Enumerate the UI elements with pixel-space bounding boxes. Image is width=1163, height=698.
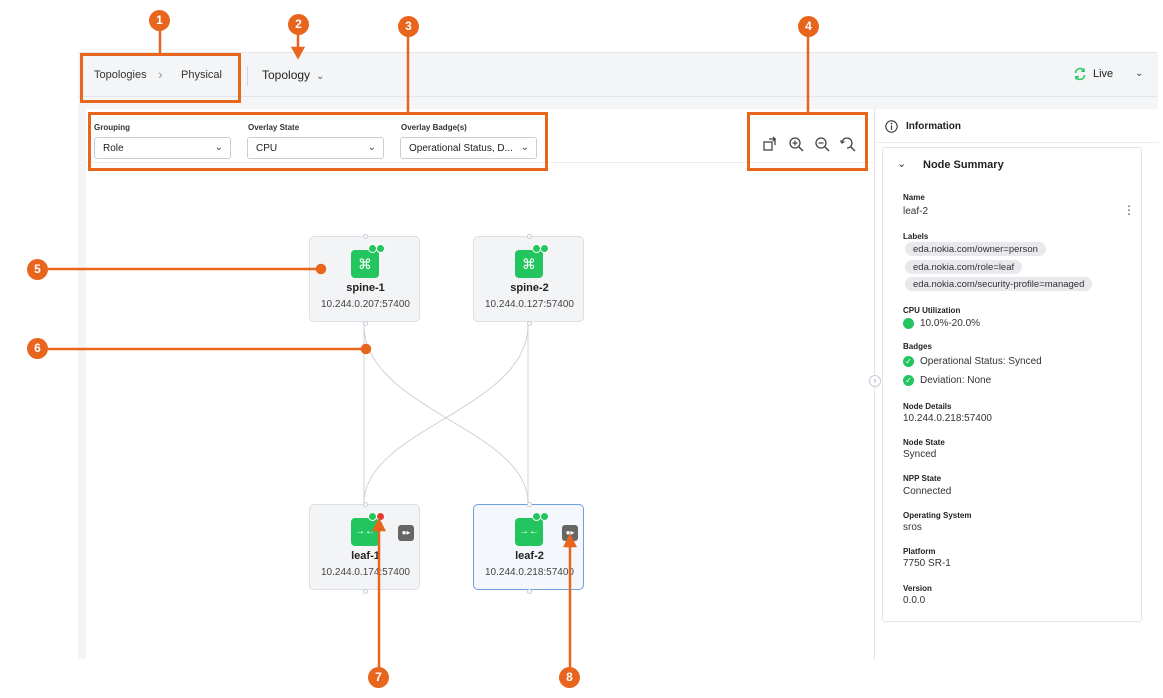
label-chip: eda.nokia.com/role=leaf (905, 260, 1023, 274)
status-dot-deviation (376, 512, 385, 521)
badge-operational-status: ✓ Operational Status: Synced (903, 356, 1042, 367)
node-state-label: Node State (903, 438, 945, 447)
port (363, 502, 368, 507)
port (363, 321, 368, 326)
name-value: leaf-2 (903, 206, 929, 217)
callout-2: 2 (288, 14, 309, 35)
switch-icon: →← (515, 518, 543, 546)
callout-4: 4 (798, 16, 819, 37)
node-name: leaf-1 (351, 550, 380, 562)
callout-8: 8 (559, 667, 580, 688)
version-value: 0.0.0 (903, 595, 926, 606)
npp-state-label: NPP State (903, 474, 942, 483)
info-icon (885, 120, 898, 133)
callout-7: 7 (368, 667, 389, 688)
node-name: spine-2 (510, 282, 549, 294)
node-leaf-1[interactable]: →← ●▸ leaf-1 10.244.0.174:57400 (309, 502, 420, 594)
node-badge-icon: ●▸ (562, 525, 578, 541)
divider (247, 66, 248, 86)
switch-icon: →← (351, 518, 379, 546)
collapse-chevron-icon[interactable]: ⌄ (1135, 68, 1143, 79)
badges-label: Badges (903, 342, 932, 351)
cpu-status-dot (903, 318, 914, 329)
check-icon: ✓ (903, 356, 914, 367)
label-chip: eda.nokia.com/owner=person (905, 242, 1046, 256)
node-leaf-2[interactable]: →← ●▸ leaf-2 10.244.0.218:57400 (473, 502, 584, 594)
collapse-chevron-icon[interactable]: ⌄ (897, 157, 906, 170)
node-address: 10.244.0.127:57400 (485, 299, 574, 310)
node-summary-card: ⌄ Node Summary Name leaf-2 ⋮ Labels eda.… (882, 147, 1142, 622)
node-address: 10.244.0.207:57400 (321, 299, 410, 310)
badge-operational-status-text: Operational Status: Synced (920, 356, 1042, 367)
node-address: 10.244.0.174:57400 (321, 567, 410, 578)
status-dot-deviation (540, 512, 549, 521)
cpu-value-text: 10.0%-20.0% (920, 318, 981, 329)
callout-1: 1 (149, 10, 170, 31)
highlight-breadcrumb (80, 53, 241, 103)
check-icon: ✓ (903, 375, 914, 386)
node-details-value: 10.244.0.218:57400 (903, 413, 992, 424)
highlight-toolbar (747, 112, 868, 171)
information-panel: Information › ⌄ Node Summary Name leaf-2… (869, 109, 1159, 660)
live-toggle[interactable]: Live (1073, 67, 1113, 81)
status-dot-deviation (376, 244, 385, 253)
npp-state-value: Connected (903, 486, 952, 497)
os-label: Operating System (903, 511, 972, 520)
platform-label: Platform (903, 547, 936, 556)
node-name: leaf-2 (515, 550, 544, 562)
router-icon: ⌘ (351, 250, 379, 278)
topology-canvas[interactable]: Grouping Role ⌄ Overlay State CPU ⌄ Overla… (86, 109, 874, 660)
name-label: Name (903, 193, 925, 202)
version-label: Version (903, 584, 932, 593)
node-name: spine-1 (346, 282, 385, 294)
node-details-label: Node Details (903, 402, 952, 411)
badge-deviation: ✓ Deviation: None (903, 375, 991, 386)
badge-deviation-text: Deviation: None (920, 375, 992, 386)
topology-dropdown[interactable]: Topology ⌄ (262, 68, 324, 82)
sync-icon (1074, 67, 1086, 81)
topology-dropdown-label: Topology (262, 68, 311, 82)
highlight-filters (88, 112, 548, 171)
chevron-down-icon: ⌄ (316, 71, 325, 82)
expand-panel-icon[interactable]: › (869, 375, 881, 387)
port (527, 234, 532, 239)
node-state-value: Synced (903, 449, 937, 460)
port (363, 589, 368, 594)
port (527, 502, 532, 507)
cpu-label: CPU Utilization (903, 306, 961, 315)
router-icon: ⌘ (515, 250, 543, 278)
platform-value: 7750 SR-1 (903, 558, 951, 569)
section-title: Node Summary (923, 159, 1004, 171)
port (527, 589, 532, 594)
node-address: 10.244.0.218:57400 (485, 567, 574, 578)
cpu-value: 10.0%-20.0% (903, 318, 980, 329)
label-chip: eda.nokia.com/security-profile=managed (905, 277, 1093, 291)
node-spine-1[interactable]: ⌘ spine-1 10.244.0.207:57400 (309, 234, 420, 326)
panel-header: Information (875, 109, 1159, 143)
port (363, 234, 368, 239)
port (527, 321, 532, 326)
node-badge-icon: ●▸ (398, 525, 414, 541)
panel-title: Information (906, 121, 961, 132)
live-label: Live (1093, 68, 1114, 80)
os-value: sros (903, 522, 922, 533)
status-dot-deviation (540, 244, 549, 253)
node-spine-2[interactable]: ⌘ spine-2 10.244.0.127:57400 (473, 234, 584, 326)
callout-6: 6 (27, 338, 48, 359)
more-options-icon[interactable]: ⋮ (1123, 203, 1135, 217)
labels-label: Labels (903, 232, 929, 241)
callout-5: 5 (27, 259, 48, 280)
callout-3: 3 (398, 16, 419, 37)
